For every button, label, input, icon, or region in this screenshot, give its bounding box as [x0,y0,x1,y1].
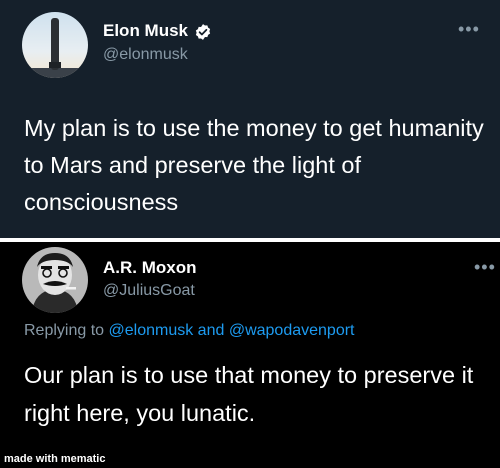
moxon-avatar[interactable] [22,247,88,313]
author-name[interactable]: Elon Musk [103,21,212,41]
author-name-text: Elon Musk [103,21,189,40]
verified-badge-icon [195,23,211,40]
reply-author-handle[interactable]: @JuliusGoat [103,282,195,300]
original-tweet: Elon Musk @elonmusk ••• My plan is to us… [0,0,500,238]
reply-text: Our plan is to use that money to preserv… [24,362,474,426]
meme-frame: Elon Musk @elonmusk ••• My plan is to us… [0,0,500,468]
replying-joiner: and [197,322,225,339]
groucho-avatar-image [22,247,88,313]
author-handle[interactable]: @elonmusk [103,46,188,64]
reply-author-name[interactable]: A.R. Moxon [103,258,197,278]
replying-to-label: Replying to [24,322,105,339]
rocket-avatar-image [22,12,88,78]
mention-wapodavenport[interactable]: @wapodavenport [229,322,355,339]
tweet-text: My plan is to use the money to get human… [24,115,484,215]
mematic-watermark: made with mematic [0,452,110,466]
mention-elonmusk[interactable]: @elonmusk [109,322,194,339]
replying-to-line: Replying to @elonmusk and @wapodavenport [24,322,354,340]
more-options-icon[interactable]: ••• [458,20,480,38]
reply-tweet: A.R. Moxon @JuliusGoat ••• Replying to @… [0,242,500,468]
elon-avatar[interactable] [22,12,88,78]
more-options-icon[interactable]: ••• [474,258,496,276]
